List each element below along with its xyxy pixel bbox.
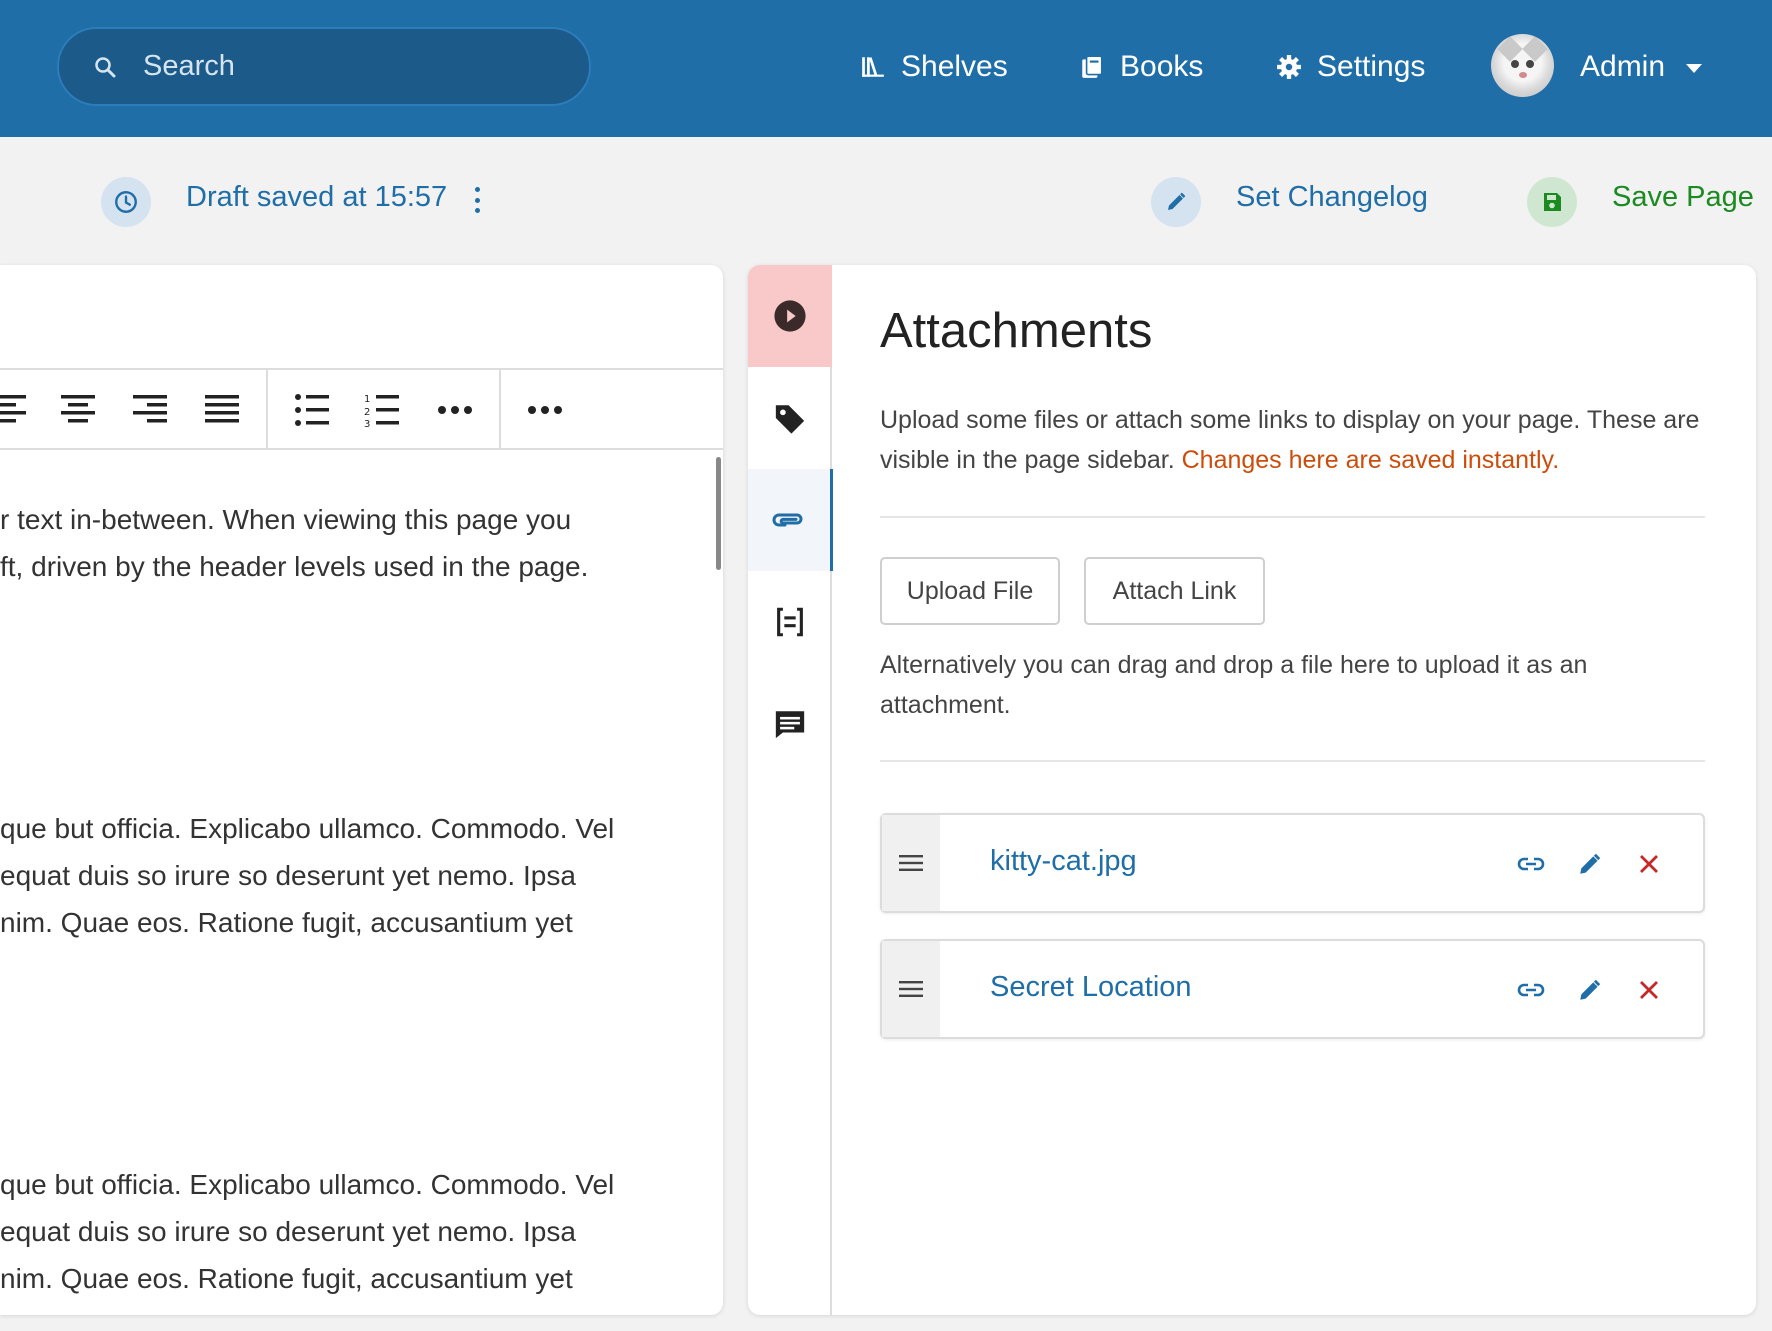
more-horizontal-icon[interactable] xyxy=(525,390,565,430)
pencil-icon[interactable] xyxy=(1575,975,1605,1005)
attachment-item[interactable]: Secret Location xyxy=(880,939,1705,1039)
nav-settings[interactable]: Settings xyxy=(1275,44,1425,90)
draft-status[interactable]: Draft saved at 15:57 xyxy=(186,181,447,214)
saved-instantly-warning: Changes here are saved instantly. xyxy=(1181,446,1560,474)
attachment-item[interactable]: kitty-cat.jpg xyxy=(880,813,1705,913)
text-line: nim. Quae eos. Ratione fugit, accusantiu… xyxy=(0,1263,573,1294)
link-icon[interactable] xyxy=(1516,975,1546,1005)
template-icon[interactable] xyxy=(748,571,832,673)
books-icon xyxy=(1078,53,1106,81)
svg-text:3: 3 xyxy=(364,419,370,427)
close-icon[interactable] xyxy=(1634,849,1664,879)
align-justify-icon[interactable] xyxy=(202,390,242,430)
search-input[interactable] xyxy=(143,50,563,83)
shelves-icon xyxy=(859,53,887,81)
drag-handle-icon[interactable] xyxy=(882,941,940,1037)
align-center-icon[interactable] xyxy=(58,390,98,430)
attach-link-button[interactable]: Attach Link xyxy=(1084,557,1265,625)
panel-title: Attachments xyxy=(880,304,1153,358)
clock-icon[interactable] xyxy=(101,177,151,227)
attachments-description: Upload some files or attach some links t… xyxy=(880,400,1730,480)
save-icon[interactable] xyxy=(1527,177,1577,227)
editor-scrollbar[interactable] xyxy=(716,457,721,570)
editor-toolbar: 1 23 xyxy=(0,368,723,450)
chevron-down-icon[interactable] xyxy=(1686,64,1702,73)
editor-paragraph[interactable]: que but officia. Explicabo ullamco. Comm… xyxy=(0,1161,614,1302)
more-horizontal-icon[interactable] xyxy=(435,390,475,430)
nav-settings-label: Settings xyxy=(1317,50,1426,83)
search-icon xyxy=(93,52,123,82)
divider xyxy=(880,516,1705,518)
comment-icon[interactable] xyxy=(748,673,832,775)
pencil-icon[interactable] xyxy=(1151,177,1201,227)
pencil-icon[interactable] xyxy=(1575,849,1605,879)
attachment-name[interactable]: Secret Location xyxy=(990,971,1192,1004)
user-name[interactable]: Admin xyxy=(1580,44,1665,90)
set-changelog-button[interactable]: Set Changelog xyxy=(1236,181,1428,214)
more-options-icon[interactable] xyxy=(470,187,484,213)
text-line: que but officia. Explicabo ullamco. Comm… xyxy=(0,813,615,844)
svg-text:1: 1 xyxy=(364,394,370,405)
attachment-name[interactable]: kitty-cat.jpg xyxy=(990,845,1137,878)
editor-paragraph[interactable]: que but officia. Explicabo ullamco. Comm… xyxy=(0,805,614,946)
save-page-button[interactable]: Save Page xyxy=(1612,181,1754,214)
upload-file-button[interactable]: Upload File xyxy=(880,557,1060,625)
align-right-icon[interactable] xyxy=(130,390,170,430)
close-icon[interactable] xyxy=(1634,975,1664,1005)
text-line: que but officia. Explicabo ullamco. Comm… xyxy=(0,1169,615,1200)
page-editor[interactable]: 1 23 r text in-between. When viewing this… xyxy=(0,265,723,1315)
svg-text:2: 2 xyxy=(364,407,370,418)
side-tab-bar xyxy=(748,265,833,1315)
numbered-list-icon[interactable]: 1 23 xyxy=(362,390,402,430)
text-line: nim. Quae eos. Ratione fugit, accusantiu… xyxy=(0,907,573,938)
drop-hint: Alternatively you can drag and drop a fi… xyxy=(880,651,1588,719)
nav-shelves[interactable]: Shelves xyxy=(859,44,1008,90)
gear-icon xyxy=(1275,53,1303,81)
avatar[interactable] xyxy=(1491,34,1554,97)
search-box[interactable] xyxy=(57,27,591,106)
divider xyxy=(880,760,1705,762)
paperclip-icon[interactable] xyxy=(748,469,833,571)
link-icon[interactable] xyxy=(1516,849,1546,879)
text-line: r text in-between. When viewing this pag… xyxy=(0,504,572,535)
editor-side-panel: Attachments Upload some files or attach … xyxy=(748,265,1756,1315)
bullet-list-icon[interactable] xyxy=(292,390,332,430)
tag-icon[interactable] xyxy=(748,367,832,469)
align-left-icon[interactable] xyxy=(0,390,34,430)
play-icon[interactable] xyxy=(748,265,832,367)
nav-books[interactable]: Books xyxy=(1078,44,1203,90)
text-line: ft, driven by the header levels used in … xyxy=(0,551,589,582)
nav-books-label: Books xyxy=(1120,50,1204,83)
top-header: Shelves Books Settings Admin xyxy=(0,0,1772,137)
editor-paragraph[interactable]: r text in-between. When viewing this pag… xyxy=(0,496,588,590)
drag-handle-icon[interactable] xyxy=(882,815,940,911)
nav-shelves-label: Shelves xyxy=(901,50,1008,83)
text-line: equat duis so irure so deserunt yet nemo… xyxy=(0,1216,576,1247)
text-line: equat duis so irure so deserunt yet nemo… xyxy=(0,860,576,891)
